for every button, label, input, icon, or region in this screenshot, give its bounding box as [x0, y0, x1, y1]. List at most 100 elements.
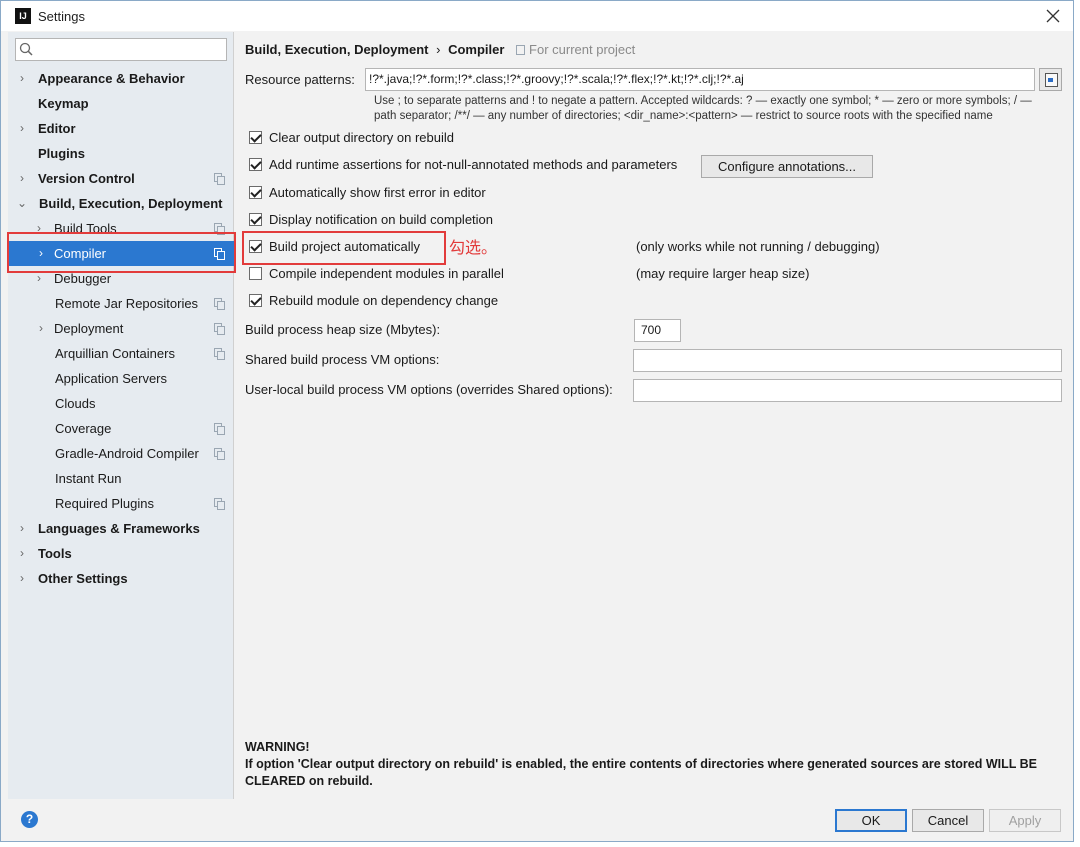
- project-scope-icon: [214, 423, 225, 435]
- user-vm-input[interactable]: [633, 379, 1062, 402]
- project-scope-icon: [214, 498, 225, 510]
- sidebar-item-languages-frameworks[interactable]: › Languages & Frameworks: [8, 516, 234, 541]
- project-scope-icon: [214, 448, 225, 460]
- chevron-down-icon: ⌄: [16, 196, 28, 210]
- sidebar-item-remote-jar-repositories[interactable]: Remote Jar Repositories: [8, 291, 234, 316]
- compiler-settings-panel: Build, Execution, Deployment › Compiler …: [245, 32, 1065, 799]
- sidebar-item-label: Tools: [38, 546, 72, 561]
- hint-line-2: path separator; /**/ — any number of dir…: [374, 110, 993, 122]
- sidebar-item-editor[interactable]: › Editor: [8, 116, 234, 141]
- project-scope-icon: [214, 173, 225, 185]
- sidebar-item-other-settings[interactable]: › Other Settings: [8, 566, 234, 591]
- user-vm-label: User-local build process VM options (ove…: [245, 382, 613, 397]
- sidebar-item-appearance-behavior[interactable]: › Appearance & Behavior: [8, 66, 234, 91]
- sidebar-item-label: Build, Execution, Deployment: [39, 196, 223, 211]
- scope-text: For current project: [529, 42, 636, 57]
- background-edge: [1074, 0, 1080, 847]
- sidebar-item-label: Keymap: [38, 96, 89, 111]
- ok-button[interactable]: OK: [835, 809, 907, 832]
- sidebar-item-application-servers[interactable]: Application Servers: [8, 366, 234, 391]
- search-icon: [19, 42, 33, 56]
- search-input[interactable]: [15, 38, 227, 61]
- parallel-compile-option[interactable]: Compile independent modules in parallel …: [249, 265, 949, 283]
- background-edge-bottom: [0, 842, 1080, 847]
- close-icon: [1046, 9, 1060, 23]
- shared-vm-input[interactable]: [633, 349, 1062, 372]
- sidebar-item-label: Plugins: [38, 146, 85, 161]
- chevron-right-icon: ›: [20, 546, 24, 560]
- sidebar-item-label: Remote Jar Repositories: [55, 296, 199, 311]
- project-scope-icon: [214, 348, 225, 360]
- apply-button[interactable]: Apply: [989, 809, 1061, 832]
- breadcrumb-separator: ›: [436, 42, 441, 57]
- resource-patterns-hint: Use ; to separate patterns and ! to nega…: [374, 94, 1054, 124]
- sidebar-item-label: Coverage: [55, 421, 112, 436]
- chevron-right-icon: ›: [20, 121, 24, 135]
- rebuild-dependency-label: Rebuild module on dependency change: [269, 293, 499, 308]
- settings-window: IJ Settings › Appearance & Behavior Keym…: [0, 0, 1074, 842]
- sidebar-item-label: Instant Run: [55, 471, 122, 486]
- sidebar-item-build-execution-deployment[interactable]: ⌄ Build, Execution, Deployment: [8, 191, 234, 216]
- chevron-right-icon: ›: [39, 321, 43, 335]
- chevron-right-icon: ›: [20, 571, 24, 585]
- clear-output-option[interactable]: Clear output directory on rebuild: [249, 129, 649, 147]
- rebuild-dependency-checkbox[interactable]: [249, 294, 262, 307]
- sidebar-item-arquillian-containers[interactable]: Arquillian Containers: [8, 341, 234, 366]
- warning-message: WARNING! If option 'Clear output directo…: [245, 739, 1060, 790]
- show-first-error-option[interactable]: Automatically show first error in editor: [249, 184, 649, 202]
- title-bar: IJ Settings: [1, 1, 1073, 31]
- sidebar-item-tools[interactable]: › Tools: [8, 541, 234, 566]
- runtime-assertions-option[interactable]: Add runtime assertions for not-null-anno…: [249, 156, 699, 174]
- sidebar-item-clouds[interactable]: Clouds: [8, 391, 234, 416]
- runtime-assertions-checkbox[interactable]: [249, 158, 262, 171]
- warning-text: If option 'Clear output directory on reb…: [245, 757, 1037, 788]
- sidebar-item-label: Editor: [38, 121, 76, 136]
- project-scope-icon: [516, 45, 526, 55]
- settings-sidebar: › Appearance & Behavior Keymap › Editor …: [8, 32, 234, 799]
- sidebar-item-deployment[interactable]: › Deployment: [8, 316, 234, 341]
- build-notification-checkbox[interactable]: [249, 213, 262, 226]
- help-button[interactable]: ?: [21, 811, 38, 828]
- expand-field-button[interactable]: [1039, 68, 1062, 91]
- breadcrumb-current: Compiler: [448, 42, 505, 57]
- build-automatically-highlight-box: [242, 231, 446, 265]
- compiler-highlight-box: [7, 232, 236, 273]
- breadcrumb: Build, Execution, Deployment › Compiler …: [245, 42, 635, 57]
- shared-vm-label: Shared build process VM options:: [245, 352, 440, 367]
- heap-size-label: Build process heap size (Mbytes):: [245, 322, 441, 337]
- sidebar-item-label: Application Servers: [55, 371, 167, 386]
- sidebar-item-required-plugins[interactable]: Required Plugins: [8, 491, 234, 516]
- parallel-compile-checkbox[interactable]: [249, 267, 262, 280]
- settings-tree: › Appearance & Behavior Keymap › Editor …: [8, 66, 234, 591]
- warning-title: WARNING!: [245, 740, 310, 754]
- sidebar-item-instant-run[interactable]: Instant Run: [8, 466, 234, 491]
- runtime-assertions-label: Add runtime assertions for not-null-anno…: [269, 157, 678, 172]
- sidebar-item-plugins[interactable]: Plugins: [8, 141, 234, 166]
- sidebar-item-label: Version Control: [38, 171, 135, 186]
- close-button[interactable]: [1041, 5, 1065, 27]
- sidebar-item-label: Gradle-Android Compiler: [55, 446, 199, 461]
- show-first-error-checkbox[interactable]: [249, 186, 262, 199]
- sidebar-item-keymap[interactable]: Keymap: [8, 91, 234, 116]
- chevron-right-icon: ›: [20, 521, 24, 535]
- sidebar-item-gradle-android-compiler[interactable]: Gradle-Android Compiler: [8, 441, 234, 466]
- cancel-button[interactable]: Cancel: [912, 809, 984, 832]
- build-notification-option[interactable]: Display notification on build completion: [249, 211, 649, 229]
- parallel-compile-note: (may require larger heap size): [636, 266, 810, 281]
- rebuild-dependency-option[interactable]: Rebuild module on dependency change: [249, 292, 649, 310]
- sidebar-item-version-control[interactable]: › Version Control: [8, 166, 234, 191]
- project-scope-icon: [214, 323, 225, 335]
- show-first-error-label: Automatically show first error in editor: [269, 185, 486, 200]
- configure-annotations-button[interactable]: Configure annotations...: [701, 155, 873, 178]
- resource-patterns-input[interactable]: !?*.java;!?*.form;!?*.class;!?*.groovy;!…: [365, 68, 1035, 91]
- clear-output-checkbox[interactable]: [249, 131, 262, 144]
- breadcrumb-parent[interactable]: Build, Execution, Deployment: [245, 42, 428, 57]
- sidebar-item-label: Languages & Frameworks: [38, 521, 200, 536]
- sidebar-item-coverage[interactable]: Coverage: [8, 416, 234, 441]
- window-title: Settings: [38, 9, 85, 24]
- build-notification-label: Display notification on build completion: [269, 212, 494, 227]
- sidebar-item-label: Required Plugins: [55, 496, 155, 511]
- resource-patterns-label: Resource patterns:: [245, 72, 355, 87]
- heap-size-input[interactable]: 700: [634, 319, 681, 342]
- chevron-right-icon: ›: [20, 71, 24, 85]
